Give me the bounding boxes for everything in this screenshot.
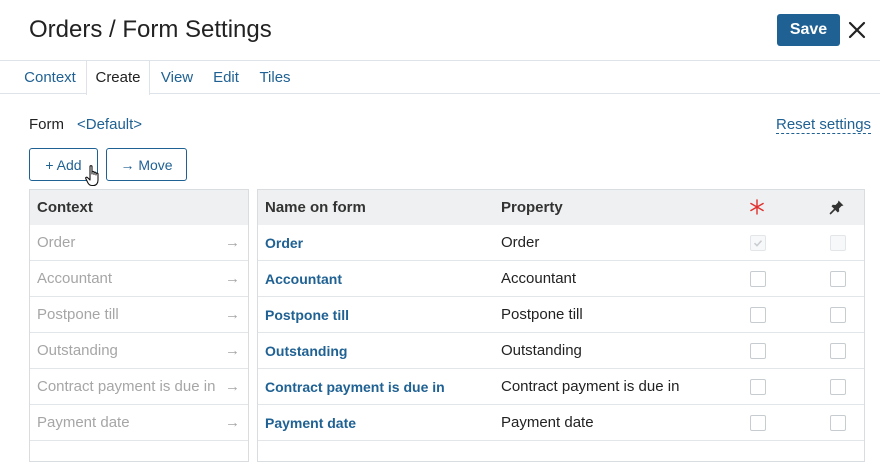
table-row: Payment date Payment date [258, 405, 864, 441]
table-row: Accountant Accountant [258, 261, 864, 297]
context-item-label: Contract payment is due in [37, 378, 216, 395]
field-name-link[interactable]: Order [265, 225, 303, 261]
field-name-link[interactable]: Postpone till [265, 297, 349, 333]
pin-checkbox-cell [828, 405, 848, 440]
column-header-property: Property [501, 199, 563, 216]
table-header: Name on form Property [258, 190, 864, 225]
pin-checkbox-cell [828, 261, 848, 296]
context-item[interactable]: Contract payment is due in → [30, 369, 248, 405]
arrow-right-icon[interactable]: → [225, 225, 240, 261]
required-checkbox-cell [748, 333, 768, 368]
tab-bar: Context Create View Edit Tiles [0, 60, 880, 95]
field-property: Accountant [501, 270, 577, 287]
pin-checkbox-cell [828, 333, 848, 368]
table-row: Order Order [258, 225, 864, 261]
context-item-label: Postpone till [37, 306, 119, 323]
required-checkbox-cell [748, 297, 768, 332]
context-item[interactable]: Postpone till → [30, 297, 248, 333]
tab-edit[interactable]: Edit [204, 61, 248, 94]
form-label: Form [29, 116, 64, 133]
pin-checkbox-cell [828, 225, 848, 260]
arrow-right-icon[interactable]: → [225, 261, 240, 297]
field-name-link[interactable]: Contract payment is due in [265, 369, 445, 405]
arrow-right-icon[interactable]: → [225, 369, 240, 405]
field-property: Postpone till [501, 306, 583, 323]
arrow-right-icon[interactable]: → [225, 297, 240, 333]
reset-settings-link[interactable]: Reset settings [776, 116, 872, 134]
pin-icon [828, 190, 848, 225]
context-item[interactable]: Accountant → [30, 261, 248, 297]
context-item-label: Accountant [37, 270, 113, 287]
tab-create[interactable]: Create [86, 61, 150, 95]
column-header-name: Name on form [265, 199, 366, 216]
required-checkbox-cell [748, 369, 768, 404]
asterisk-icon [748, 190, 768, 225]
tab-context[interactable]: Context [14, 61, 86, 94]
close-icon[interactable] [845, 16, 869, 44]
arrow-right-icon[interactable]: → [225, 405, 240, 441]
move-button[interactable]: → Move [106, 148, 187, 181]
field-property: Outstanding [501, 342, 582, 359]
context-panel: Context Order → Accountant → Postpone ti… [29, 189, 249, 462]
required-checkbox-cell [748, 261, 768, 296]
pin-checkbox-cell [828, 369, 848, 404]
table-row: Postpone till Postpone till [258, 297, 864, 333]
required-checkbox [750, 235, 766, 251]
tab-tiles[interactable]: Tiles [250, 61, 300, 94]
pin-checkbox-cell [828, 297, 848, 332]
pin-checkbox[interactable] [830, 415, 846, 431]
tab-view[interactable]: View [152, 61, 202, 94]
context-panel-header: Context [30, 190, 248, 225]
pin-checkbox[interactable] [830, 271, 846, 287]
table-row: Contract payment is due in Contract payme… [258, 369, 864, 405]
required-checkbox[interactable] [750, 379, 766, 395]
arrow-right-icon[interactable]: → [225, 333, 240, 369]
field-property: Contract payment is due in [501, 378, 680, 395]
context-item[interactable]: Outstanding → [30, 333, 248, 369]
context-item-label: Payment date [37, 414, 130, 431]
required-checkbox-cell [748, 225, 768, 260]
pin-checkbox[interactable] [830, 307, 846, 323]
required-checkbox-cell [748, 405, 768, 440]
field-name-link[interactable]: Payment date [265, 405, 356, 441]
pin-checkbox[interactable] [830, 343, 846, 359]
field-property: Order [501, 234, 540, 251]
context-item[interactable]: Order → [30, 225, 248, 261]
fields-table: Name on form Property Order Order Accounta… [257, 189, 865, 462]
save-button[interactable]: Save [777, 14, 840, 46]
context-item-label: Outstanding [37, 342, 118, 359]
context-item-label: Order [37, 234, 76, 251]
required-checkbox[interactable] [750, 343, 766, 359]
required-checkbox[interactable] [750, 307, 766, 323]
field-name-link[interactable]: Outstanding [265, 333, 347, 369]
pin-checkbox[interactable] [830, 379, 846, 395]
page-title: Orders / Form Settings [29, 16, 272, 43]
table-row: Outstanding Outstanding [258, 333, 864, 369]
pin-checkbox [830, 235, 846, 251]
required-checkbox[interactable] [750, 271, 766, 287]
required-checkbox[interactable] [750, 415, 766, 431]
context-item[interactable]: Payment date → [30, 405, 248, 441]
form-selector[interactable]: <Default> [77, 116, 142, 133]
field-property: Payment date [501, 414, 594, 431]
field-name-link[interactable]: Accountant [265, 261, 342, 297]
